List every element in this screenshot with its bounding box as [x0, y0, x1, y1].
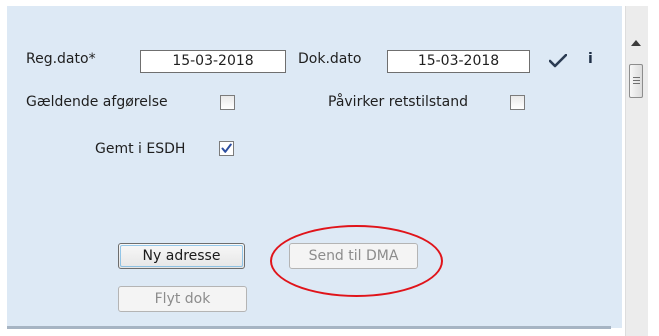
scroll-thumb[interactable] — [629, 64, 643, 98]
gemt-i-esdh-label: Gemt i ESDH — [95, 141, 186, 157]
reg-dato-field[interactable]: 15-03-2018 — [140, 50, 286, 73]
scroll-up-arrow-icon[interactable] — [631, 34, 641, 50]
checkmark-icon — [221, 143, 232, 153]
paavirker-retstilstand-label: Påvirker retstilstand — [328, 94, 468, 110]
send-til-dma-button[interactable]: Send til DMA — [289, 243, 418, 269]
paavirker-retstilstand-checkbox[interactable] — [510, 95, 525, 110]
panel-divider — [7, 326, 611, 329]
gaeldende-afgoerelse-label: Gældende afgørelse — [26, 94, 168, 110]
gemt-i-esdh-checkbox[interactable] — [219, 141, 234, 156]
check-icon[interactable] — [548, 53, 568, 72]
gaeldende-afgoerelse-checkbox[interactable] — [220, 95, 235, 110]
ny-adresse-button[interactable]: Ny adresse — [118, 243, 245, 269]
vertical-scrollbar[interactable] — [625, 6, 648, 336]
dok-dato-label: Dok.dato — [298, 51, 362, 67]
info-icon[interactable]: i — [588, 51, 593, 67]
reg-dato-label: Reg.dato* — [26, 51, 96, 67]
dok-dato-field[interactable]: 15-03-2018 — [387, 50, 530, 73]
flyt-dok-button[interactable]: Flyt dok — [118, 286, 247, 312]
